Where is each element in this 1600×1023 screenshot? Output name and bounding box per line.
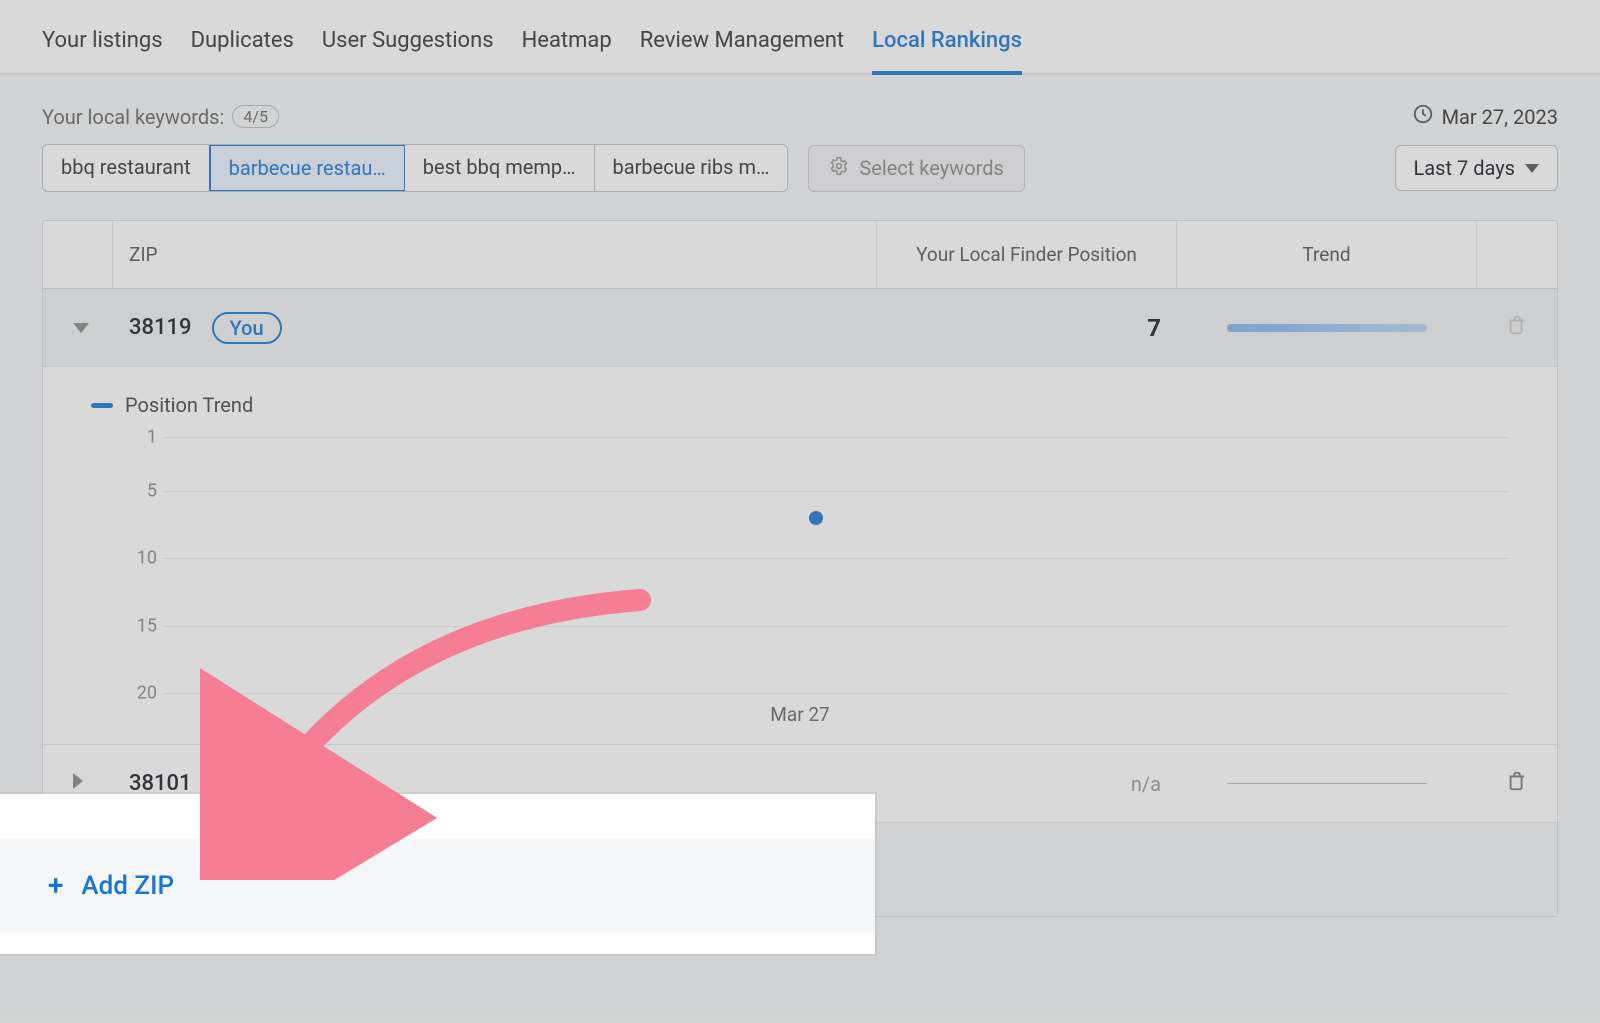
chart-area: 1 5 10 15 20: [123, 437, 1509, 693]
position-value: 7: [877, 296, 1177, 360]
keyword-pill-1[interactable]: barbecue restau…: [209, 144, 406, 192]
chart-legend: Position Trend: [91, 393, 1509, 417]
select-keywords-button[interactable]: Select keywords: [808, 145, 1024, 192]
y-tick: 10: [123, 548, 157, 569]
keyword-pill-0[interactable]: bbq restaurant: [43, 145, 210, 191]
y-tick: 20: [123, 683, 157, 704]
keyword-pill-3[interactable]: barbecue ribs m…: [595, 145, 788, 191]
grid-line: [163, 491, 1509, 492]
tab-duplicates[interactable]: Duplicates: [191, 28, 294, 75]
keywords-label-text: Your local keywords:: [42, 105, 224, 129]
gear-icon: [829, 156, 849, 181]
chart-panel: Position Trend 1 5 10 15 20 Mar 27: [43, 367, 1557, 745]
add-zip-label: Add ZIP: [81, 871, 174, 901]
tab-user-suggestions[interactable]: User Suggestions: [322, 28, 494, 75]
legend-swatch: [91, 403, 113, 408]
expand-toggle[interactable]: [43, 299, 113, 356]
zip-value: 38119: [129, 315, 192, 340]
th-actions: [1477, 221, 1557, 288]
highlight-annotation: + Add ZIP: [0, 794, 875, 954]
plus-icon: +: [48, 869, 63, 902]
add-zip-button[interactable]: + Add ZIP: [0, 839, 875, 932]
y-tick: 1: [123, 427, 157, 448]
date-range-label: Last 7 days: [1414, 156, 1515, 180]
trend-sparkline: [1177, 765, 1477, 802]
tabs-bar: Your listings Duplicates User Suggestion…: [0, 0, 1600, 75]
th-position: Your Local Finder Position: [877, 221, 1177, 288]
you-badge: You: [212, 312, 282, 344]
legend-label: Position Trend: [125, 393, 253, 417]
date-indicator: Mar 27, 2023: [1412, 103, 1558, 130]
chart-data-point: [809, 511, 823, 525]
th-trend: Trend: [1177, 221, 1477, 288]
y-tick: 15: [123, 616, 157, 637]
grid-line: [163, 558, 1509, 559]
tab-review-management[interactable]: Review Management: [640, 28, 844, 75]
grid-line: [163, 693, 1509, 694]
grid-line: [163, 437, 1509, 438]
chevron-down-icon: [1525, 164, 1539, 173]
zip-value: 38101: [129, 771, 192, 796]
tab-your-listings[interactable]: Your listings: [42, 28, 163, 75]
x-tick: Mar 27: [770, 703, 829, 726]
grid-line: [163, 626, 1509, 627]
keywords-count-pill: 4/5: [232, 105, 279, 128]
clock-icon: [1412, 103, 1434, 130]
date-range-button[interactable]: Last 7 days: [1395, 145, 1558, 191]
select-keywords-label: Select keywords: [859, 156, 1003, 180]
table-header: ZIP Your Local Finder Position Trend: [43, 221, 1557, 289]
trend-sparkline: [1177, 306, 1477, 350]
keywords-label: Your local keywords: 4/5: [42, 105, 279, 129]
chevron-down-icon: [73, 323, 89, 333]
keyword-pill-2[interactable]: best bbq memp…: [405, 145, 595, 191]
date-text: Mar 27, 2023: [1442, 105, 1558, 129]
chevron-right-icon: [73, 773, 83, 789]
position-value: n/a: [877, 754, 1177, 814]
th-zip: ZIP: [113, 221, 877, 288]
tab-local-rankings[interactable]: Local Rankings: [872, 28, 1022, 75]
delete-row-button[interactable]: [1477, 296, 1557, 359]
table-row: 38119 You 7: [43, 289, 1557, 367]
y-tick: 5: [123, 481, 157, 502]
tab-heatmap[interactable]: Heatmap: [522, 28, 612, 75]
delete-row-button[interactable]: [1477, 752, 1557, 815]
th-expand: [43, 221, 113, 288]
keyword-pill-group: bbq restaurant barbecue restau… best bbq…: [42, 144, 788, 192]
